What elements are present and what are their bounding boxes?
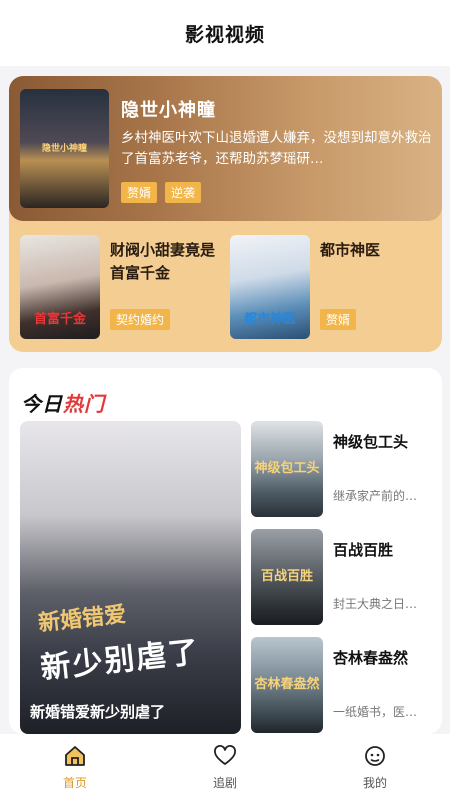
featured-section: 隐世小神瞳 隐世小神瞳 乡村神医叶欢下山退婚遭人嫌弃，没想到却意外救治了首富苏老… [9,76,442,352]
home-icon [65,746,85,766]
heading-hot: 热门 [63,392,105,416]
nav-label: 我的 [362,776,387,790]
nav-item-profile[interactable]: 我的 [300,734,450,800]
poster-text: 都市神医 [243,312,296,327]
tag[interactable]: 逆袭 [165,182,202,203]
drama-tags: 契约婚约 [110,309,171,330]
nav-item-home[interactable]: 首页 [0,734,150,800]
tag[interactable]: 契约婚约 [110,309,171,330]
nav-item-follow[interactable]: 追剧 [150,734,300,800]
featured-tags: 赘婿 逆袭 [121,182,202,203]
featured-card[interactable]: 隐世小神瞳 隐世小神瞳 乡村神医叶欢下山退婚遭人嫌弃，没想到却意外救治了首富苏老… [9,76,442,221]
hot-list-item[interactable]: 神级包工头 神级包工头 继承家产前的… [251,421,432,517]
poster-text: 神级包工头 [254,461,320,476]
tag[interactable]: 赘婿 [320,309,357,330]
drama-tags: 赘婿 [320,309,357,330]
tag[interactable]: 赘婿 [121,182,158,203]
hot-main-poster[interactable]: 新婚错爱 新少别虐了 新婚错爱新少别虐了 [20,421,241,734]
drama-title[interactable]: 神级包工头 [333,431,408,452]
featured-title[interactable]: 隐世小神瞳 [121,96,216,122]
nav-label: 追剧 [212,776,237,790]
heart-icon [214,745,236,765]
drama-poster[interactable]: 都市神医 [230,235,310,339]
poster-text: 首富千金 [33,312,86,327]
drama-poster[interactable]: 首富千金 [20,235,100,339]
sub-drama-card[interactable]: 都市神医 都市神医 赘婿 [230,235,435,339]
hot-list-item[interactable]: 百战百胜 百战百胜 封王大典之日… [251,529,432,625]
drama-title[interactable]: 都市神医 [320,239,380,262]
page-title: 影视视频 [184,23,265,46]
featured-poster[interactable]: 隐世小神瞳 [20,89,109,208]
drama-description: 继承家产前的… [333,489,418,503]
nav-label: 首页 [62,776,87,790]
drama-description: 封王大典之日… [333,597,418,611]
drama-title[interactable]: 百战百胜 [333,539,393,560]
drama-title[interactable]: 杏林春盎然 [333,647,408,668]
sub-drama-card[interactable]: 首富千金 财阀小甜妻竟是首富千金 契约婚约 [20,235,220,339]
poster-text: 百战百胜 [260,569,313,584]
featured-poster-text: 隐世小神瞳 [41,144,87,154]
drama-poster[interactable]: 杏林春盎然 [251,637,323,733]
drama-title[interactable]: 财阀小甜妻竟是首富千金 [110,239,220,285]
hot-today-heading: 今日热门 [21,388,105,417]
app-header: 影视视频 [0,0,450,66]
hot-today-section: 今日热门 新婚错爱 新少别虐了 新婚错爱新少别虐了 神级包工头 神级包工头 继承… [9,368,442,734]
poster-text: 杏林春盎然 [254,677,320,692]
heading-today: 今日 [21,392,63,416]
bottom-nav: 首页 追剧 我的 [0,734,450,800]
profile-icon [365,746,385,766]
poster-art-line: 新少别虐了 [38,634,202,687]
drama-poster[interactable]: 百战百胜 [251,529,323,625]
hot-main-title[interactable]: 新婚错爱新少别虐了 [30,701,165,722]
drama-poster[interactable]: 神级包工头 [251,421,323,517]
hot-list-item[interactable]: 杏林春盎然 杏林春盎然 一纸婚书，医… [251,637,432,733]
drama-description: 一纸婚书，医… [333,705,418,719]
featured-description: 乡村神医叶欢下山退婚遭人嫌弃，没想到却意外救治了首富苏老爷，还帮助苏梦瑶研… [121,130,432,167]
poster-art-line: 新婚错爱 [37,602,128,637]
